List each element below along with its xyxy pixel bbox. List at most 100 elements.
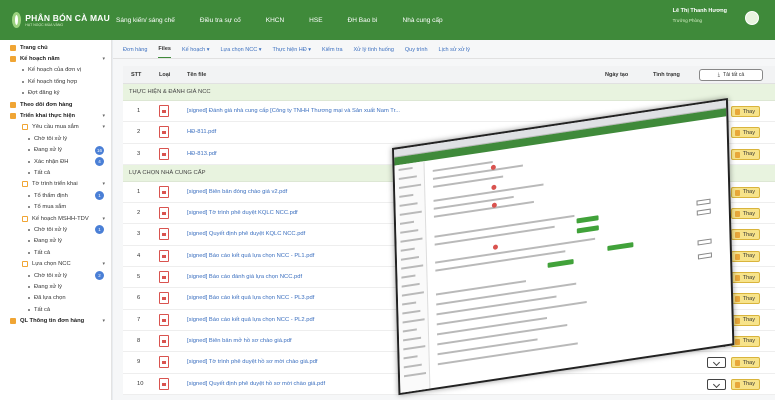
- sidebar-item-label: Đã lựa chọn: [34, 295, 66, 302]
- row-index: 1: [137, 108, 141, 114]
- sidebar-item[interactable]: Lựa chọn NCC ▾: [0, 258, 111, 269]
- tabs-divider: [113, 58, 775, 59]
- replace-file-button[interactable]: Thay: [731, 229, 760, 241]
- tab-item[interactable]: Kiểm tra: [322, 47, 342, 58]
- replace-file-button[interactable]: Thay: [731, 272, 760, 284]
- sidebar-item[interactable]: Tất cả: [0, 167, 111, 178]
- sidebar-item[interactable]: Chờ tôi xử lý 2: [0, 270, 111, 281]
- sidebar-item[interactable]: Triển khai thực hiện ▾: [0, 110, 111, 121]
- download-file-button[interactable]: [707, 357, 726, 369]
- tab-item[interactable]: Kế hoạch ▾: [182, 47, 210, 58]
- overlay-status-pill: [547, 259, 574, 268]
- replace-file-button[interactable]: Thay: [731, 293, 760, 305]
- replace-file-button[interactable]: Thay: [731, 148, 760, 160]
- overlay-action-button: [697, 252, 713, 260]
- sidebar-item[interactable]: Kế hoạch của đơn vị: [0, 65, 111, 76]
- replace-file-button[interactable]: Thay: [731, 127, 760, 139]
- bullet-icon: [28, 240, 30, 243]
- file-link[interactable]: [signed] Tờ trình phê duyệt hồ sơ mời ch…: [187, 359, 318, 365]
- tab-item[interactable]: Thực hiện HĐ ▾: [272, 47, 311, 58]
- topnav-item[interactable]: HSE: [309, 17, 322, 24]
- sidebar-item[interactable]: Đang xử lý: [0, 236, 111, 247]
- sidebar-item[interactable]: Xác nhận ĐH 4: [0, 156, 111, 167]
- sidebar-item[interactable]: QL Thông tin đơn hàng ▾: [0, 315, 111, 326]
- count-badge: 1: [95, 191, 104, 201]
- sidebar-item[interactable]: Đang xử lý 16: [0, 145, 111, 156]
- replace-file-button[interactable]: Thay: [731, 378, 760, 390]
- replace-file-button[interactable]: Thay: [731, 250, 760, 262]
- file-link[interactable]: [signed] Đánh giá nhà cung cấp [Công ty …: [187, 108, 400, 114]
- sidebar-item[interactable]: Kế hoạch MSHH-TDV ▾: [0, 213, 111, 224]
- top-navbar: PHÂN BÓN CÀ MAU HẠT NGỌC MÙA VÀNG Sáng k…: [0, 0, 775, 40]
- overlay-text-line: [433, 200, 534, 218]
- user-info[interactable]: Lê Thị Thanh Hương Trưởng Phòng: [673, 8, 727, 23]
- topnav-item[interactable]: Nhà cung cấp: [403, 17, 443, 24]
- brand-logo[interactable]: PHÂN BÓN CÀ MAU HẠT NGỌC MÙA VÀNG: [0, 0, 110, 40]
- file-link[interactable]: [signed] Biên bản đóng chào giá v2.pdf: [187, 189, 287, 195]
- file-link[interactable]: [signed] Báo cáo kết quả lựa chọn NCC - …: [187, 295, 314, 301]
- bullet-icon: [22, 69, 24, 72]
- list-icon: [22, 181, 28, 188]
- tab-item[interactable]: Đơn hàng: [123, 47, 147, 58]
- sidebar-item[interactable]: Tờ trình triển khai ▾: [0, 179, 111, 190]
- sidebar-item[interactable]: Chờ tôi xử lý 1: [0, 224, 111, 235]
- topnav-item[interactable]: KHCN: [266, 17, 284, 24]
- tab-item[interactable]: Quy trình: [405, 47, 428, 58]
- sidebar-item[interactable]: Đợt đăng ký: [0, 88, 111, 99]
- replace-file-button[interactable]: Thay: [731, 314, 760, 326]
- pdf-file-icon: [159, 356, 169, 369]
- file-link[interactable]: [signed] Quyết định phê duyệt hồ sơ mời …: [187, 381, 325, 387]
- file-link[interactable]: HĐ-813.pdf: [187, 151, 217, 157]
- sidebar-item[interactable]: Tất cả: [0, 247, 111, 258]
- download-file-button[interactable]: [707, 378, 726, 390]
- download-all-button[interactable]: ⤓ Tải tất cả: [699, 69, 763, 81]
- sidebar-item[interactable]: Tất cả: [0, 304, 111, 315]
- replace-file-button[interactable]: Thay: [731, 357, 760, 369]
- sidebar-item[interactable]: Kế hoạch tổng hợp: [0, 76, 111, 87]
- sidebar-item[interactable]: Đang xử lý: [0, 281, 111, 292]
- logo-emblem-icon: [12, 12, 22, 28]
- file-link[interactable]: [signed] Báo cáo đánh giá lựa chọn NCC.p…: [187, 274, 302, 280]
- topnav-item[interactable]: Sáng kiến/ sáng chế: [116, 17, 175, 24]
- sidebar-item[interactable]: Đã lựa chọn: [0, 293, 111, 304]
- sidebar-item[interactable]: Theo dõi đơn hàng: [0, 99, 111, 110]
- topnav-item[interactable]: Điều tra sự cố: [200, 17, 241, 24]
- replace-file-button[interactable]: Thay: [731, 106, 760, 117]
- chevron-down-icon: ▾: [102, 113, 105, 120]
- tab-item[interactable]: Xử lý tình huống: [354, 47, 394, 58]
- sidebar-item[interactable]: Kế hoạch năm ▾: [0, 53, 111, 64]
- sidebar-item[interactable]: Tổ thẩm định 1: [0, 190, 111, 201]
- list-icon: [22, 261, 28, 268]
- bullet-icon: [28, 274, 30, 277]
- user-role: Trưởng Phòng: [672, 18, 702, 23]
- group-header: THỰC HIỆN & ĐÁNH GIÁ NCC: [123, 84, 775, 101]
- order-icon: [10, 101, 16, 108]
- tab-item[interactable]: Files: [158, 46, 171, 58]
- count-badge: 2: [95, 271, 104, 280]
- avatar[interactable]: [745, 11, 759, 25]
- sidebar-item[interactable]: Tổ mua sắm: [0, 201, 111, 212]
- file-link[interactable]: [signed] Tờ trình phê duyệt KQLC NCC.pdf: [187, 210, 298, 216]
- tab-item[interactable]: Lựa chọn NCC ▾: [220, 47, 261, 58]
- file-link[interactable]: [signed] Biên bản mở hồ sơ chào giá.pdf: [187, 338, 292, 344]
- sidebar-item[interactable]: Chờ tôi xử lý: [0, 133, 111, 144]
- topnav-item[interactable]: ĐH Bao bì: [348, 17, 378, 24]
- row-index: 3: [137, 231, 141, 238]
- file-link[interactable]: [signed] Quyết định phê duyệt KQLC NCC.p…: [187, 231, 305, 237]
- file-link[interactable]: [signed] Báo cáo kết quả lựa chọn NCC - …: [187, 317, 314, 323]
- bullet-icon: [28, 228, 30, 231]
- sidebar-item-label: Lựa chọn NCC: [32, 261, 71, 268]
- sidebar-item[interactable]: Trang chủ: [0, 42, 111, 53]
- sidebar-item[interactable]: Yêu cầu mua sắm ▾: [0, 122, 111, 133]
- replace-file-button[interactable]: Thay: [731, 186, 760, 198]
- tab-item[interactable]: Lịch sử xử lý: [439, 47, 471, 58]
- replace-file-button[interactable]: Thay: [731, 335, 760, 347]
- pdf-file-icon: [159, 292, 169, 305]
- replace-file-button[interactable]: Thay: [731, 208, 760, 220]
- file-link[interactable]: HĐ-811.pdf: [187, 129, 216, 135]
- overlay-text-line: [437, 316, 548, 336]
- overlay-action-button: [697, 238, 712, 246]
- file-link[interactable]: [signed] Báo cáo kết quả lựa chọn NCC - …: [187, 253, 314, 259]
- sidebar-item-label: Tất cả: [34, 306, 51, 313]
- brand-tagline: HẠT NGỌC MÙA VÀNG: [25, 23, 64, 27]
